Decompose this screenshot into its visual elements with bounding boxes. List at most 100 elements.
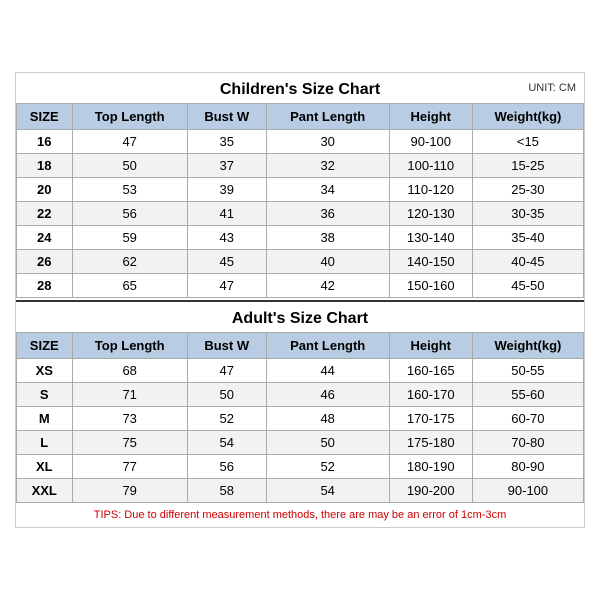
adults-col-toplength: Top Length [72, 333, 187, 359]
data-cell: 100-110 [389, 154, 472, 178]
size-cell: L [17, 431, 73, 455]
adults-col-bustw: Bust W [187, 333, 266, 359]
size-chart-container: Children's Size Chart UNIT: CM SIZE Top … [15, 72, 585, 528]
data-cell: 160-170 [389, 383, 472, 407]
adults-col-weight: Weight(kg) [472, 333, 583, 359]
data-cell: 79 [72, 479, 187, 503]
table-row: 18503732100-11015-25 [17, 154, 584, 178]
data-cell: 40-45 [472, 250, 583, 274]
table-row: XS684744160-16550-55 [17, 359, 584, 383]
children-title: Children's Size Chart UNIT: CM [16, 73, 584, 103]
data-cell: 190-200 [389, 479, 472, 503]
table-row: M735248170-17560-70 [17, 407, 584, 431]
data-cell: 44 [266, 359, 389, 383]
children-col-bustw: Bust W [187, 104, 266, 130]
data-cell: 37 [187, 154, 266, 178]
size-cell: XL [17, 455, 73, 479]
table-row: S715046160-17055-60 [17, 383, 584, 407]
table-row: L755450175-18070-80 [17, 431, 584, 455]
data-cell: 54 [266, 479, 389, 503]
table-row: 20533934110-12025-30 [17, 178, 584, 202]
adults-title: Adult's Size Chart [16, 300, 584, 332]
children-unit: UNIT: CM [528, 82, 576, 94]
adults-table: SIZE Top Length Bust W Pant Length Heigh… [16, 332, 584, 503]
data-cell: 50-55 [472, 359, 583, 383]
data-cell: 54 [187, 431, 266, 455]
data-cell: 41 [187, 202, 266, 226]
table-row: 26624540140-15040-45 [17, 250, 584, 274]
data-cell: 50 [266, 431, 389, 455]
data-cell: 35 [187, 130, 266, 154]
data-cell: 120-130 [389, 202, 472, 226]
children-title-text: Children's Size Chart [220, 81, 380, 98]
data-cell: 47 [187, 359, 266, 383]
size-cell: 22 [17, 202, 73, 226]
data-cell: 47 [72, 130, 187, 154]
size-cell: M [17, 407, 73, 431]
data-cell: 180-190 [389, 455, 472, 479]
data-cell: <15 [472, 130, 583, 154]
size-cell: 16 [17, 130, 73, 154]
size-cell: XXL [17, 479, 73, 503]
data-cell: 53 [72, 178, 187, 202]
data-cell: 43 [187, 226, 266, 250]
data-cell: 25-30 [472, 178, 583, 202]
data-cell: 48 [266, 407, 389, 431]
children-header-row: SIZE Top Length Bust W Pant Length Heigh… [17, 104, 584, 130]
children-col-size: SIZE [17, 104, 73, 130]
size-cell: 24 [17, 226, 73, 250]
data-cell: 59 [72, 226, 187, 250]
size-cell: XS [17, 359, 73, 383]
data-cell: 90-100 [472, 479, 583, 503]
data-cell: 30 [266, 130, 389, 154]
size-cell: S [17, 383, 73, 407]
adults-col-size: SIZE [17, 333, 73, 359]
data-cell: 90-100 [389, 130, 472, 154]
size-cell: 18 [17, 154, 73, 178]
table-row: XL775652180-19080-90 [17, 455, 584, 479]
table-row: 28654742150-16045-50 [17, 274, 584, 298]
data-cell: 160-165 [389, 359, 472, 383]
tips-text: TIPS: Due to different measurement metho… [16, 503, 584, 527]
children-col-toplength: Top Length [72, 104, 187, 130]
data-cell: 39 [187, 178, 266, 202]
data-cell: 36 [266, 202, 389, 226]
data-cell: 32 [266, 154, 389, 178]
data-cell: 52 [187, 407, 266, 431]
data-cell: 45-50 [472, 274, 583, 298]
data-cell: 70-80 [472, 431, 583, 455]
data-cell: 47 [187, 274, 266, 298]
data-cell: 50 [72, 154, 187, 178]
data-cell: 52 [266, 455, 389, 479]
data-cell: 175-180 [389, 431, 472, 455]
data-cell: 30-35 [472, 202, 583, 226]
children-col-height: Height [389, 104, 472, 130]
data-cell: 68 [72, 359, 187, 383]
data-cell: 40 [266, 250, 389, 274]
data-cell: 140-150 [389, 250, 472, 274]
data-cell: 56 [72, 202, 187, 226]
adults-title-text: Adult's Size Chart [232, 310, 368, 327]
data-cell: 130-140 [389, 226, 472, 250]
data-cell: 46 [266, 383, 389, 407]
table-row: 24594338130-14035-40 [17, 226, 584, 250]
data-cell: 75 [72, 431, 187, 455]
data-cell: 50 [187, 383, 266, 407]
data-cell: 71 [72, 383, 187, 407]
data-cell: 56 [187, 455, 266, 479]
data-cell: 150-160 [389, 274, 472, 298]
data-cell: 58 [187, 479, 266, 503]
data-cell: 35-40 [472, 226, 583, 250]
table-row: 22564136120-13030-35 [17, 202, 584, 226]
table-row: 1647353090-100<15 [17, 130, 584, 154]
children-table: SIZE Top Length Bust W Pant Length Heigh… [16, 103, 584, 298]
data-cell: 62 [72, 250, 187, 274]
data-cell: 65 [72, 274, 187, 298]
children-col-pantlength: Pant Length [266, 104, 389, 130]
size-cell: 20 [17, 178, 73, 202]
data-cell: 170-175 [389, 407, 472, 431]
data-cell: 42 [266, 274, 389, 298]
data-cell: 38 [266, 226, 389, 250]
data-cell: 60-70 [472, 407, 583, 431]
size-cell: 26 [17, 250, 73, 274]
